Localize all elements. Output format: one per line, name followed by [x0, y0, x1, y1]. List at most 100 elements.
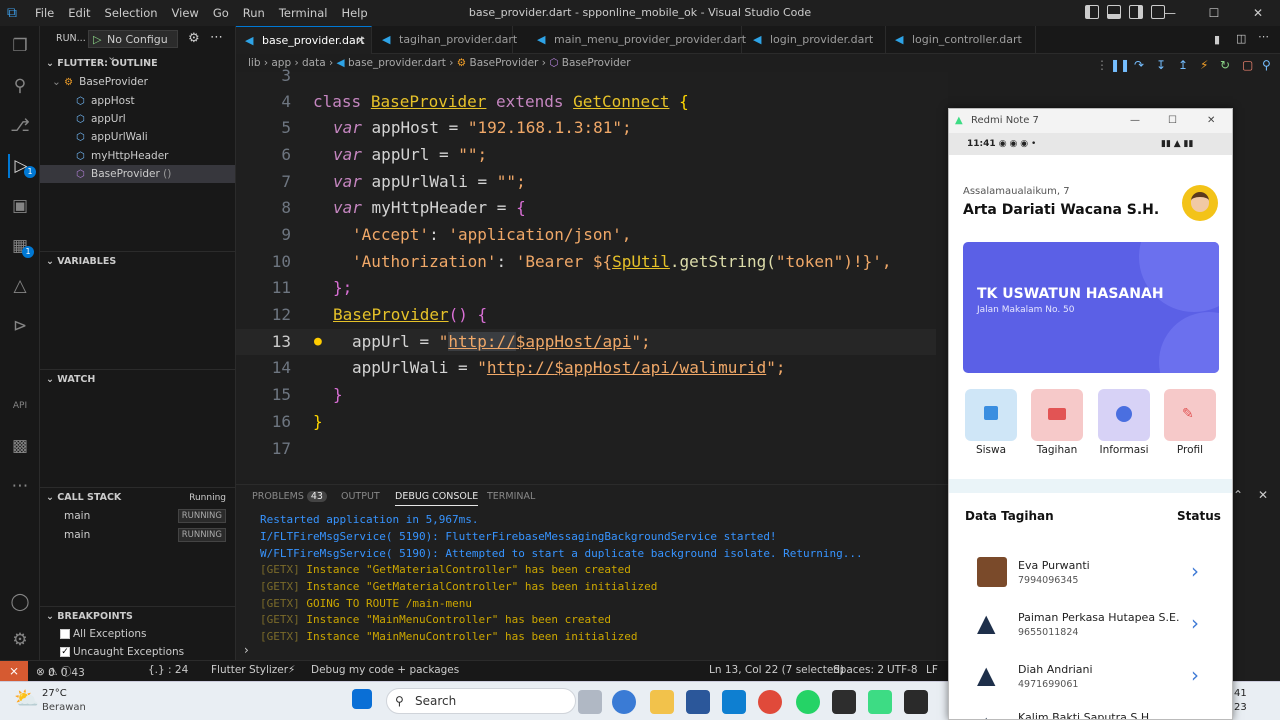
console-input-chevron-icon[interactable]: ›	[244, 643, 249, 657]
tab-terminal[interactable]: TERMINAL	[487, 491, 535, 502]
remote-explorer-icon[interactable]: ▣	[8, 194, 32, 218]
tab-close-icon[interactable]: ✕	[356, 27, 365, 55]
breakpoint-all-exceptions[interactable]: All Exceptions	[60, 625, 147, 643]
terminal-icon[interactable]: ⊳	[8, 314, 32, 338]
eol-status[interactable]: LF	[926, 664, 938, 676]
split-editor-icon[interactable]: ◫	[1236, 32, 1246, 45]
checkbox[interactable]	[60, 629, 70, 639]
menu-go[interactable]: Go	[206, 6, 236, 20]
list-item[interactable]: ▲ Kalim Bakti Saputra S.H.	[963, 709, 1223, 719]
search-icon[interactable]: ⚲	[8, 74, 32, 98]
run-debug-icon[interactable]: ▷ 1	[8, 154, 36, 178]
lightbulb-icon[interactable]: ●	[314, 329, 322, 355]
encoding-status[interactable]: UTF-8	[887, 664, 918, 676]
close-icon[interactable]: ✕	[1236, 6, 1280, 20]
testing-icon[interactable]: △	[8, 274, 32, 298]
windows-start-icon[interactable]	[352, 689, 372, 709]
toggle-secondary-sidebar-icon[interactable]	[1129, 5, 1143, 19]
tab-base-provider[interactable]: ◀ base_provider.dart ✕	[236, 26, 372, 54]
menu-edit[interactable]: Edit	[61, 6, 97, 20]
avatar[interactable]	[1182, 185, 1218, 221]
list-item[interactable]: ▲ Paiman Perkasa Hutapea S.E. 9655011824 ›	[963, 607, 1223, 653]
tab-login-provider[interactable]: ◀ login_provider.dart	[744, 26, 886, 54]
outline-item-constructor[interactable]: ⬡ BaseProvider ()	[40, 165, 235, 183]
menu-selection[interactable]: Selection	[98, 6, 165, 20]
file-explorer-icon[interactable]	[650, 690, 674, 714]
stop-icon[interactable]: ▢	[1242, 58, 1253, 72]
chevron-right-icon[interactable]: ›	[1191, 663, 1199, 687]
debug-settings-icon[interactable]: ⚙	[188, 31, 200, 46]
outline-item-myhttpheader[interactable]: ⬡ myHttpHeader	[76, 147, 168, 165]
maximize-icon[interactable]: ☐	[1168, 109, 1177, 133]
weather-icon[interactable]: ⛅	[14, 686, 39, 710]
extensions-icon[interactable]: ▦ 1	[8, 234, 34, 258]
step-over-icon[interactable]: ↷	[1134, 58, 1144, 72]
whatsapp-icon[interactable]	[796, 690, 820, 714]
code-editor[interactable]: 3 4 class BaseProvider extends GetConnect…	[236, 66, 948, 480]
start-debug-icon[interactable]: ▷	[93, 31, 101, 48]
menu-siswa-button[interactable]	[965, 389, 1017, 441]
menu-terminal[interactable]: Terminal	[272, 6, 335, 20]
run-file-icon[interactable]: ▮	[1214, 33, 1220, 46]
school-card[interactable]: TK USWATUN HASANAH Jalan Makalam No. 50	[963, 242, 1219, 373]
tab-tagihan-provider[interactable]: ◀ tagihan_provider.dart	[373, 26, 517, 54]
breakpoint-uncaught-exceptions[interactable]: ✓ Uncaught Exceptions	[60, 643, 184, 661]
remote-indicator-icon[interactable]: ⨯	[0, 661, 28, 682]
debug-config-select[interactable]: ▷ No Configu ⌄	[88, 30, 178, 63]
checkbox-checked[interactable]: ✓	[60, 647, 70, 657]
task-view-icon[interactable]	[578, 690, 602, 714]
outline-item-apphost[interactable]: ⬡ appHost	[76, 92, 135, 110]
callstack-thread[interactable]: main RUNNING	[64, 507, 236, 525]
step-out-icon[interactable]: ↥	[1178, 58, 1188, 72]
android-studio-icon[interactable]	[868, 690, 892, 714]
outline-item-appurlwali[interactable]: ⬡ appUrlWali	[76, 128, 148, 146]
account-icon[interactable]: ◯	[8, 590, 32, 614]
menu-tagihan-button[interactable]	[1031, 389, 1083, 441]
chrome-icon[interactable]	[758, 690, 782, 714]
more-icon[interactable]: ⋯	[8, 474, 32, 498]
list-item[interactable]: Eva Purwanti 7994096345 ›	[963, 555, 1223, 601]
minimize-icon[interactable]: —	[1130, 109, 1140, 133]
toggle-sidebar-icon[interactable]	[1085, 5, 1099, 19]
problems-status[interactable]: ⊗ 0 ⚠ 0 ⓘ 43	[36, 664, 85, 679]
tab-main-menu-provider[interactable]: ◀ main_menu_provider_provider.dart	[528, 26, 746, 54]
variables-header[interactable]: ⌄ VARIABLES	[40, 251, 236, 271]
panel-close-icon[interactable]: ✕	[1258, 488, 1268, 502]
outline-item-appurl[interactable]: ⬡ appUrl	[76, 110, 126, 128]
maximize-icon[interactable]: ☐	[1192, 6, 1236, 20]
list-item[interactable]: ▲ Diah Andriani 4971699061 ›	[963, 659, 1223, 705]
minimize-icon[interactable]: —	[1148, 6, 1192, 20]
breakpoints-header[interactable]: ⌄ BREAKPOINTS	[40, 606, 236, 626]
edge-icon[interactable]	[612, 690, 636, 714]
toggle-panel-icon[interactable]	[1107, 5, 1121, 19]
tab-output[interactable]: OUTPUT	[341, 491, 380, 502]
outline-item-baseprovider[interactable]: ⌄ ⚙ BaseProvider	[52, 73, 148, 91]
callstack-header[interactable]: ⌄ CALL STACK Running	[40, 487, 236, 507]
step-into-icon[interactable]: ↧	[1156, 58, 1166, 72]
vscode-taskbar-icon[interactable]	[722, 690, 746, 714]
indentation-status[interactable]: Spaces: 2	[833, 664, 884, 676]
close-icon[interactable]: ✕	[1207, 109, 1215, 133]
tab-debug-console[interactable]: DEBUG CONSOLE	[395, 491, 479, 506]
more-actions-icon[interactable]: ⋯	[1258, 30, 1269, 43]
devtools-icon[interactable]: ⚲	[1262, 58, 1271, 72]
terminal-taskbar-icon[interactable]	[832, 690, 856, 714]
docker-icon[interactable]: ▩	[8, 434, 32, 458]
cursor-position-status[interactable]: Ln 13, Col 22 (7 selected)	[709, 664, 844, 676]
word-icon[interactable]	[686, 690, 710, 714]
scrcpy-icon[interactable]	[904, 690, 928, 714]
taskbar-search[interactable]: ⚲ Search	[386, 688, 576, 714]
outline-status[interactable]: {.} : 24	[148, 664, 188, 676]
tab-problems[interactable]: PROBLEMS 43	[252, 491, 327, 502]
settings-gear-icon[interactable]: ⚙	[8, 628, 32, 652]
menu-file[interactable]: File	[28, 6, 61, 20]
hot-reload-icon[interactable]: ⚡	[1200, 58, 1208, 72]
panel-collapse-icon[interactable]: ⌃	[1233, 488, 1243, 502]
source-control-icon[interactable]: ⎇	[8, 114, 32, 138]
flutter-stylizer-status[interactable]: Flutter Stylizer	[211, 664, 288, 676]
restart-icon[interactable]: ↻	[1220, 58, 1230, 72]
watch-header[interactable]: ⌄ WATCH	[40, 369, 236, 389]
more-actions-icon[interactable]: ⋯	[210, 30, 223, 45]
pause-icon[interactable]: ❚❚	[1110, 58, 1130, 72]
callstack-thread[interactable]: main RUNNING	[64, 526, 236, 544]
